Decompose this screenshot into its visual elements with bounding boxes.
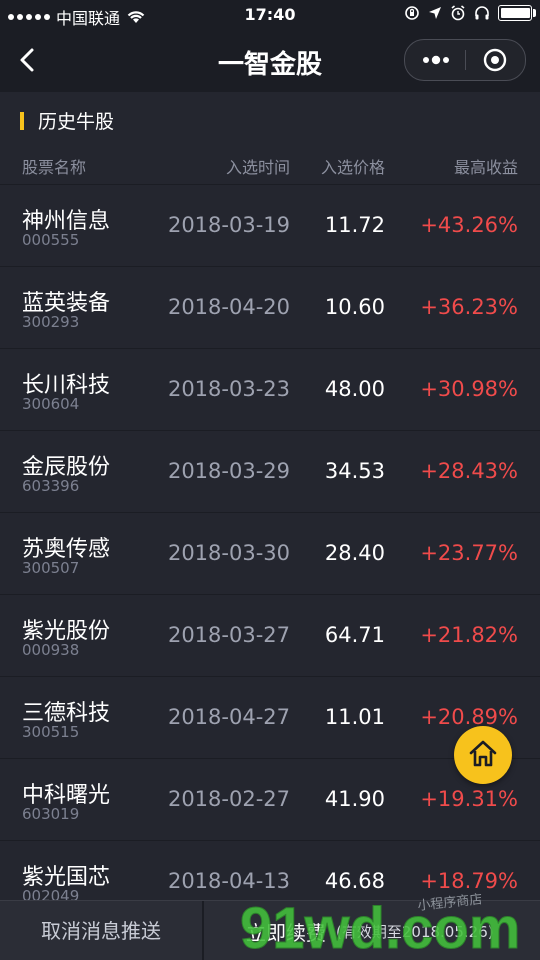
stock-price: 41.90 [324, 787, 385, 811]
stock-code: 300604 [22, 395, 80, 413]
headphones-icon [475, 6, 489, 20]
stock-code: 300293 [22, 313, 80, 331]
stock-gain: +23.77% [420, 541, 518, 565]
table-row[interactable]: 紫光股份 000938 2018-03-27 64.71 +21.82% [0, 594, 540, 676]
table-row[interactable]: 长川科技 300604 2018-03-23 48.00 +30.98% [0, 348, 540, 430]
stock-price: 46.68 [324, 869, 385, 893]
battery-icon [498, 5, 536, 21]
stock-date: 2018-02-27 [167, 787, 290, 811]
stock-gain: +28.43% [420, 459, 518, 483]
stock-date: 2018-04-13 [167, 869, 290, 893]
stock-gain: +36.23% [420, 295, 518, 319]
stock-date: 2018-04-20 [167, 295, 290, 319]
stock-date: 2018-04-27 [167, 705, 290, 729]
table-row[interactable]: 金辰股份 603396 2018-03-29 34.53 +28.43% [0, 430, 540, 512]
stock-gain: +20.89% [420, 705, 518, 729]
stock-code: 300515 [22, 723, 80, 741]
stock-date: 2018-03-19 [167, 213, 290, 237]
nav-bar: 一智金股 [0, 30, 540, 93]
section-accent-bar [20, 112, 24, 130]
stock-code: 300507 [22, 559, 80, 577]
stock-date: 2018-03-29 [167, 459, 290, 483]
stock-date: 2018-03-23 [167, 377, 290, 401]
miniprogram-capsule [404, 39, 526, 81]
table-row[interactable]: 神州信息 000555 2018-03-19 11.72 +43.26% [0, 184, 540, 266]
status-right [404, 5, 536, 21]
stock-date: 2018-03-30 [167, 541, 290, 565]
section-title: 历史牛股 [38, 111, 115, 133]
expiry-text: (有效期至2018.05.26) [336, 923, 494, 941]
stock-gain: +43.26% [420, 213, 518, 237]
renew-label: 立即续费 [246, 921, 326, 945]
stock-gain: +18.79% [420, 869, 518, 893]
home-icon [469, 740, 497, 767]
stock-gain: +19.31% [420, 787, 518, 811]
stock-gain: +21.82% [420, 623, 518, 647]
cancel-push-button[interactable]: 取消消息推送 [0, 901, 202, 960]
stock-price: 11.72 [324, 213, 385, 237]
table-header: 股票名称 入选时间 入选价格 最高收益 [0, 148, 540, 184]
stock-price: 10.60 [324, 295, 385, 319]
home-button[interactable] [454, 726, 512, 784]
header-max-gain: 最高收益 [453, 158, 518, 177]
battery-level [501, 8, 530, 18]
table-row[interactable]: 蓝英装备 300293 2018-04-20 10.60 +36.23% [0, 266, 540, 348]
stock-price: 64.71 [324, 623, 385, 647]
stock-price: 11.01 [324, 705, 385, 729]
alarm-icon [451, 5, 465, 21]
target-close-icon [483, 48, 507, 72]
location-icon [429, 7, 441, 19]
status-bar: 中国联通 17:40 [0, 0, 540, 30]
stock-code: 000938 [22, 641, 80, 659]
header-selected-time: 入选时间 [225, 158, 290, 177]
section-header: 历史牛股 [0, 92, 540, 148]
stock-code: 603396 [22, 477, 80, 495]
more-dots-icon [423, 55, 449, 65]
stock-list: 神州信息 000555 2018-03-19 11.72 +43.26% 蓝英装… [0, 184, 540, 922]
orientation-lock-icon [405, 6, 419, 20]
bottom-bar: 取消消息推送 立即续费 (有效期至2018.05.26) [0, 900, 540, 960]
stock-price: 34.53 [324, 459, 385, 483]
header-selected-price: 入选价格 [320, 158, 385, 177]
screen: 中国联通 17:40 一智金股 历史牛股 股票名称 入选时间 入选价格 最高收益… [0, 0, 540, 960]
stock-price: 48.00 [324, 377, 385, 401]
header-stock-name: 股票名称 [22, 158, 87, 177]
stock-code: 603019 [22, 805, 80, 823]
stock-price: 28.40 [324, 541, 385, 565]
more-button[interactable] [405, 40, 465, 80]
stock-code: 000555 [22, 231, 80, 249]
stock-gain: +30.98% [420, 377, 518, 401]
close-miniprogram-button[interactable] [465, 40, 525, 80]
renew-button[interactable]: 立即续费 (有效期至2018.05.26) [204, 901, 540, 960]
table-row[interactable]: 苏奥传感 300507 2018-03-30 28.40 +23.77% [0, 512, 540, 594]
stock-date: 2018-03-27 [167, 623, 290, 647]
